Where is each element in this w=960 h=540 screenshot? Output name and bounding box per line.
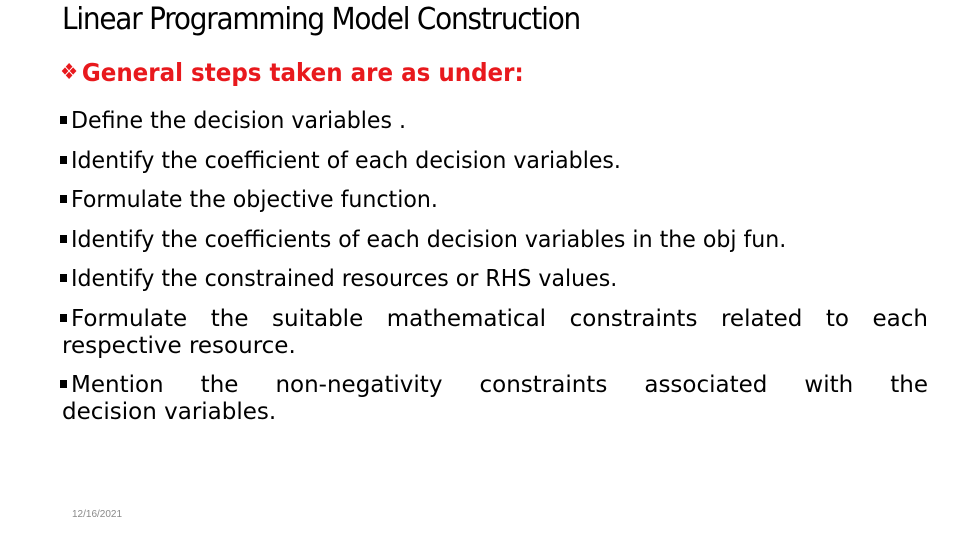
word: suitable [272, 305, 364, 332]
word: constraints [569, 305, 698, 332]
list-item: Formulate the objective function. [60, 187, 928, 213]
list-item: Identify the coefficient of each decisio… [60, 148, 928, 174]
step-text-continuation: respective resource. [62, 332, 296, 359]
list-item: Identify the constrained resources or RH… [60, 266, 928, 292]
list-item: Formulate the suitable mathematical constrai… [60, 306, 928, 359]
word: each [872, 305, 928, 332]
list-item: Identify the coefficients of each decisi… [60, 227, 928, 253]
slide-date: 12/16/2021 [72, 509, 123, 520]
step-text: Identify the coefficient of each decisio… [71, 147, 621, 174]
word: with [804, 372, 854, 398]
subheading: ❖ General steps taken are as under: [60, 58, 524, 87]
step-text: Formulate the objective function. [71, 187, 438, 213]
list-item: Mention the non-negativity constraints assoc… [60, 372, 928, 425]
square-bullet-icon [60, 116, 67, 124]
word: Mention [71, 372, 164, 398]
step-text-justified: Mention the non-negativity constraints assoc… [71, 372, 928, 398]
slide-title: Linear Programming Model Construction [62, 2, 581, 37]
square-bullet-icon [60, 234, 67, 243]
word: mathematical [386, 305, 547, 332]
steps-list: Define the decision variables . Identify… [60, 108, 928, 439]
word: the [210, 305, 249, 332]
step-text-justified: Formulate the suitable mathematical constrai… [71, 306, 928, 332]
step-text: Identify the constrained resources or RH… [71, 266, 618, 292]
word: non-negativity [275, 372, 443, 398]
step-text: Identify the coefficients of each decisi… [71, 226, 787, 253]
word: related [720, 305, 803, 332]
word: Formulate [71, 305, 188, 332]
square-bullet-icon [60, 195, 67, 203]
word: to [825, 305, 849, 332]
square-bullet-icon [60, 274, 67, 282]
list-item: Define the decision variables . [60, 108, 928, 134]
square-bullet-icon [60, 380, 67, 388]
diamond-bullet-icon: ❖ [60, 60, 79, 85]
step-text: Define the decision variables . [71, 108, 406, 134]
word: the [890, 372, 928, 398]
word: the [200, 372, 239, 398]
square-bullet-icon [60, 313, 67, 322]
word: constraints [479, 372, 608, 398]
subheading-text: General steps taken are as under: [81, 58, 524, 87]
square-bullet-icon [60, 155, 67, 164]
word: associated [644, 372, 768, 398]
step-text-continuation: decision variables. [62, 399, 277, 425]
